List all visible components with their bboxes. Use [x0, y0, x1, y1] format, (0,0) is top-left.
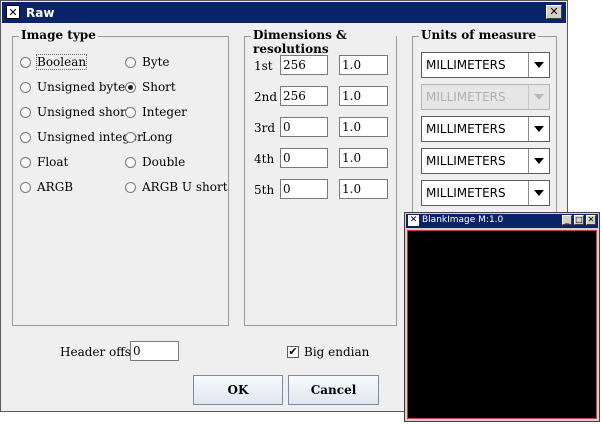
radio-label: ARGB: [37, 180, 74, 194]
radio-integer[interactable]: Integer: [125, 103, 187, 121]
radio-long[interactable]: Long: [125, 128, 173, 146]
big-endian-checkbox[interactable]: ✔: [287, 346, 299, 358]
dimension-size-input[interactable]: 0: [280, 117, 328, 137]
chevron-down-icon[interactable]: [528, 149, 549, 173]
units-title: Units of measure: [419, 28, 539, 42]
ok-button[interactable]: OK: [193, 375, 283, 405]
radio-argb-u-short[interactable]: ARGB U short: [125, 178, 228, 196]
units-combo-value: MILLIMETERS: [426, 90, 506, 104]
radio-unsigned-short[interactable]: Unsigned short: [20, 103, 131, 121]
radio-label: Long: [142, 130, 173, 144]
dialog-title: Raw: [26, 6, 55, 20]
radio-float[interactable]: Float: [20, 153, 68, 171]
blank-image-titlebar[interactable]: ✕ BlankImage M:1.0 _ □ ✕: [406, 214, 598, 228]
blank-image-title: BlankImage M:1.0: [422, 215, 504, 225]
dimension-size-input[interactable]: 0: [280, 148, 328, 168]
radio-label: Boolean: [35, 54, 88, 70]
big-endian-label: Big endian: [304, 345, 370, 359]
dimension-label: 3rd: [254, 121, 276, 135]
radio-short[interactable]: Short: [125, 78, 176, 96]
minimize-button[interactable]: _: [562, 215, 572, 225]
chevron-down-icon[interactable]: [528, 53, 549, 77]
units-combo[interactable]: MILLIMETERS: [421, 52, 550, 78]
radio-label: Unsigned byte: [37, 80, 126, 94]
image-canvas[interactable]: [407, 230, 597, 419]
units-combo[interactable]: MILLIMETERS: [421, 116, 550, 142]
dimension-label: 1st: [254, 59, 273, 73]
app-icon: ✕: [6, 5, 20, 19]
radio-button-icon[interactable]: [20, 56, 31, 68]
units-combo-value: MILLIMETERS: [426, 122, 506, 136]
dimension-size-input[interactable]: 0: [280, 179, 328, 199]
radio-argb[interactable]: ARGB: [20, 178, 73, 196]
radio-button-icon[interactable]: [20, 106, 31, 118]
radio-button-icon[interactable]: [125, 131, 136, 143]
radio-button-icon[interactable]: [20, 156, 31, 168]
radio-button-icon[interactable]: [125, 81, 136, 93]
radio-button-icon[interactable]: [20, 131, 31, 143]
radio-byte[interactable]: Byte: [125, 53, 170, 71]
units-combo[interactable]: MILLIMETERS: [421, 148, 550, 174]
blank-image-window[interactable]: ✕ BlankImage M:1.0 _ □ ✕: [404, 212, 600, 422]
resolution-input[interactable]: 1.0: [339, 148, 388, 168]
dimension-size-input[interactable]: 256: [280, 86, 328, 106]
units-combo: MILLIMETERS: [421, 84, 550, 110]
radio-label: Float: [37, 155, 69, 169]
dimension-label: 4th: [254, 152, 275, 166]
chevron-down-icon: [528, 85, 549, 109]
radio-boolean[interactable]: Boolean: [20, 53, 88, 71]
units-combo-value: MILLIMETERS: [426, 154, 506, 168]
units-combo[interactable]: MILLIMETERS: [421, 180, 550, 206]
radio-double[interactable]: Double: [125, 153, 185, 171]
radio-label: Double: [142, 155, 186, 169]
app-icon: ✕: [408, 215, 419, 226]
dialog-titlebar[interactable]: ✕ Raw ✕: [2, 2, 566, 23]
resolution-input[interactable]: 1.0: [339, 55, 388, 75]
radio-label: Unsigned short: [37, 105, 131, 119]
units-combo-value: MILLIMETERS: [426, 58, 506, 72]
units-combo-value: MILLIMETERS: [426, 186, 506, 200]
chevron-down-icon[interactable]: [528, 117, 549, 141]
image-type-title: Image type: [19, 28, 98, 42]
radio-button-icon[interactable]: [20, 81, 31, 93]
radio-unsigned-byte[interactable]: Unsigned byte: [20, 78, 125, 96]
radio-label: Integer: [142, 105, 187, 119]
resolution-input[interactable]: 1.0: [339, 179, 388, 199]
dimensions-title: Dimensions & resolutions: [251, 28, 396, 56]
radio-label: ARGB U short: [142, 180, 228, 194]
radio-button-icon[interactable]: [125, 56, 136, 68]
radio-button-icon[interactable]: [125, 156, 136, 168]
radio-button-icon[interactable]: [125, 106, 136, 118]
dimension-size-input[interactable]: 256: [280, 55, 328, 75]
dimension-label: 2nd: [254, 90, 278, 104]
close-button[interactable]: ✕: [546, 5, 562, 19]
header-offset-input[interactable]: 0: [130, 341, 179, 361]
radio-button-icon[interactable]: [20, 181, 31, 193]
close-button[interactable]: ✕: [586, 215, 596, 225]
chevron-down-icon[interactable]: [528, 181, 549, 205]
radio-label: Short: [142, 80, 176, 94]
resolution-input[interactable]: 1.0: [339, 86, 388, 106]
radio-button-icon[interactable]: [125, 181, 136, 193]
dimension-label: 5th: [254, 183, 275, 197]
cancel-button[interactable]: Cancel: [288, 375, 379, 405]
resolution-input[interactable]: 1.0: [339, 117, 388, 137]
radio-label: Byte: [142, 55, 170, 69]
maximize-button[interactable]: □: [574, 215, 584, 225]
